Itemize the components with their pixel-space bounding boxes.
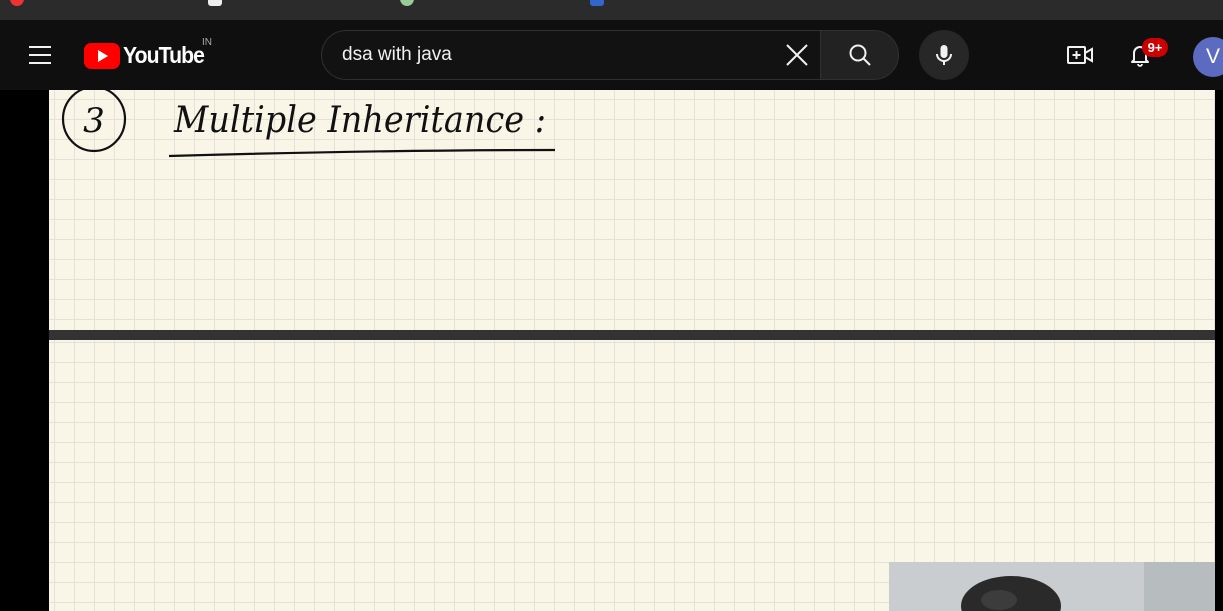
clear-search-button[interactable] (778, 36, 816, 74)
search-bar (321, 30, 899, 80)
browser-tab-strip (0, 0, 1223, 20)
youtube-logo[interactable]: YouTube (84, 42, 211, 69)
notification-count-badge: 9+ (1142, 38, 1168, 57)
voice-search-button[interactable] (919, 30, 969, 80)
webcam-overlay (889, 562, 1215, 611)
tab-favicon[interactable] (208, 0, 222, 6)
notes-page-top: 3 Multiple Inheritance : (49, 90, 1215, 330)
youtube-play-icon (84, 42, 120, 69)
menu-icon[interactable] (20, 35, 60, 75)
video-player[interactable]: 3 Multiple Inheritance : (0, 90, 1223, 611)
heading-number: 3 (83, 101, 105, 141)
search-input[interactable] (342, 31, 772, 79)
search-box (321, 30, 820, 80)
youtube-masthead: YouTube IN dsa with java 9+ V (0, 20, 1223, 90)
avatar[interactable]: V (1193, 37, 1223, 77)
tab-favicon[interactable] (10, 0, 24, 6)
heading-text: Multiple Inheritance : (173, 100, 546, 141)
country-code: IN (202, 37, 212, 48)
microphone-icon (936, 45, 952, 65)
page-divider (49, 330, 1215, 340)
presenter-silhouette (889, 562, 1215, 611)
handwritten-heading: 3 Multiple Inheritance : (61, 90, 556, 158)
create-video-icon (1067, 46, 1093, 64)
logo-text: YouTube (123, 42, 205, 68)
tab-favicon[interactable] (400, 0, 414, 6)
create-button[interactable] (1058, 33, 1102, 77)
tab-favicon[interactable] (590, 0, 604, 6)
search-button[interactable] (820, 30, 899, 80)
search-icon (849, 44, 871, 66)
clear-icon (786, 44, 808, 66)
